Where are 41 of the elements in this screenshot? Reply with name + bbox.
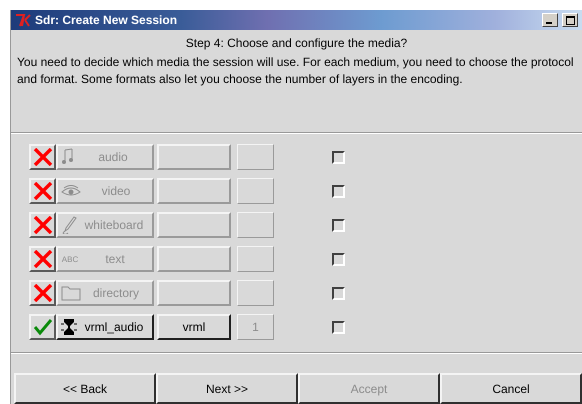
checkbox[interactable] bbox=[332, 218, 345, 232]
checkbox[interactable] bbox=[332, 320, 345, 334]
checkbox[interactable] bbox=[332, 252, 345, 266]
layers-field[interactable]: 1 bbox=[237, 314, 274, 340]
format-button[interactable] bbox=[157, 178, 231, 204]
media-button[interactable]: vrml_audio bbox=[56, 314, 154, 340]
layers-field[interactable] bbox=[237, 246, 274, 272]
format-button[interactable]: vrml bbox=[157, 314, 231, 340]
checkbox[interactable] bbox=[332, 184, 345, 198]
folder-icon bbox=[61, 285, 81, 301]
window-title: Sdr: Create New Session bbox=[35, 13, 178, 27]
instructions-text: You need to decide which media the session will use. For each medium, you need to choose the protocol and format. Some formats also let you choose the number of layers in the encoding. bbox=[16, 54, 575, 88]
maximize-button[interactable] bbox=[562, 13, 578, 27]
step-heading: Step 4: Choose and configure the media? bbox=[184, 35, 408, 52]
pen-icon bbox=[61, 216, 77, 234]
layers-field[interactable] bbox=[237, 212, 274, 238]
format-button[interactable] bbox=[157, 144, 231, 170]
layers-field[interactable] bbox=[237, 280, 274, 306]
layers-field[interactable] bbox=[237, 144, 274, 170]
minimize-button[interactable] bbox=[542, 13, 558, 27]
media-button[interactable]: ABC text bbox=[56, 246, 154, 272]
letters-icon: ABC bbox=[61, 254, 79, 264]
media-button[interactable]: directory bbox=[56, 280, 154, 306]
wizard-button[interactable]: << Back bbox=[14, 373, 156, 404]
format-button[interactable] bbox=[157, 246, 231, 272]
media-button[interactable]: audio bbox=[56, 144, 154, 170]
hourglass-figure-icon bbox=[61, 318, 77, 336]
maximize-icon bbox=[566, 16, 574, 24]
format-button[interactable] bbox=[157, 280, 231, 306]
media-button[interactable]: video bbox=[56, 178, 154, 204]
wizard-button[interactable]: Next >> bbox=[156, 373, 298, 404]
tk-logo-icon bbox=[15, 13, 31, 27]
music-note-icon bbox=[61, 148, 75, 166]
format-button[interactable] bbox=[157, 212, 231, 238]
layers-field[interactable] bbox=[237, 178, 274, 204]
checkbox[interactable] bbox=[332, 286, 345, 300]
eye-icon bbox=[61, 184, 81, 198]
enabled-toggle[interactable] bbox=[29, 314, 56, 340]
checkbox[interactable] bbox=[332, 150, 345, 164]
wizard-button[interactable]: Cancel bbox=[440, 373, 582, 404]
media-button[interactable]: whiteboard bbox=[56, 212, 154, 238]
